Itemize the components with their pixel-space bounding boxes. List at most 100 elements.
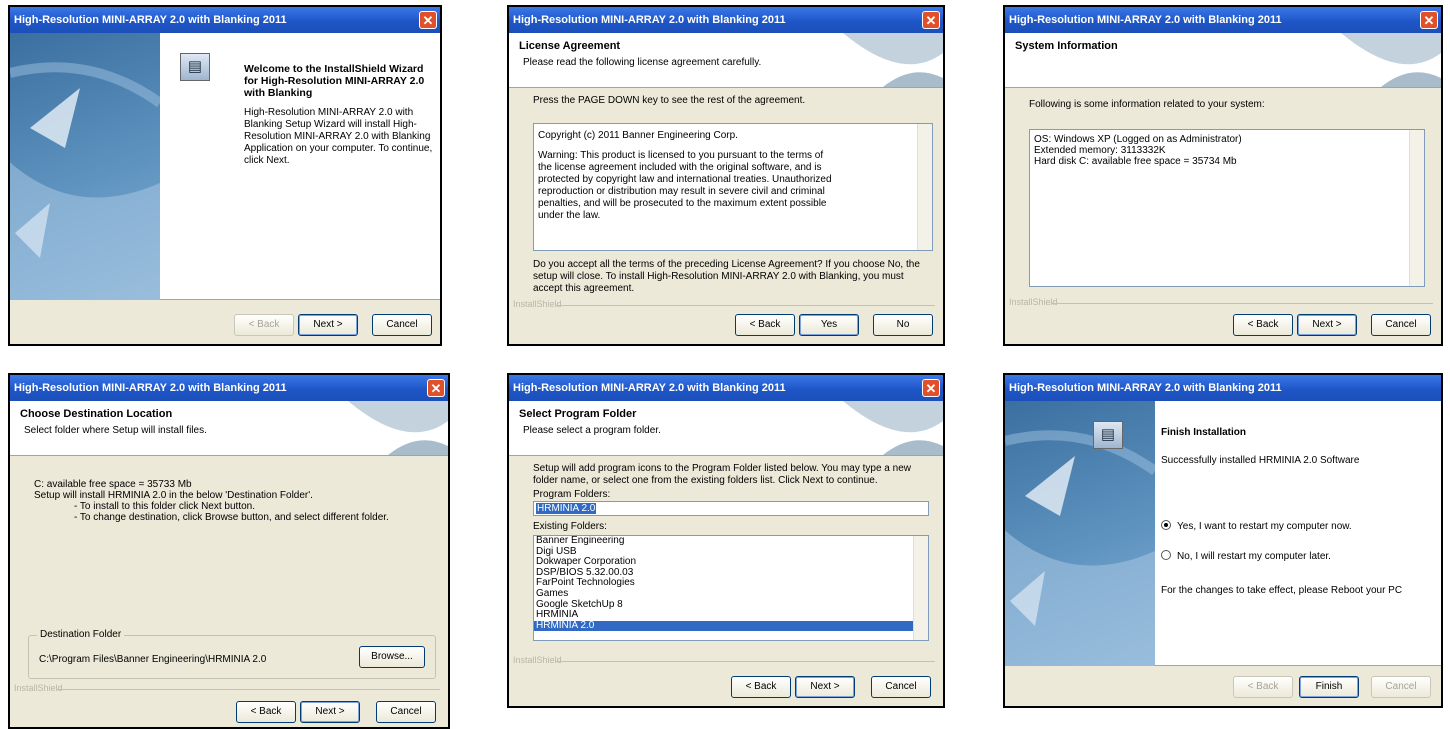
radio-no[interactable] bbox=[1161, 550, 1171, 561]
folder-list-item[interactable]: Banner Engineering bbox=[534, 536, 928, 547]
welcome-body: High-Resolution MINI-ARRAY 2.0 with Blan… bbox=[244, 107, 433, 166]
window-title: High-Resolution MINI-ARRAY 2.0 with Blan… bbox=[14, 382, 287, 394]
next-button[interactable]: Next > bbox=[1297, 314, 1357, 336]
existing-folders-list[interactable]: Banner Engineering Digi USB Dokwaper Corpo… bbox=[533, 535, 929, 641]
window-title: High-Resolution MINI-ARRAY 2.0 with Blan… bbox=[513, 14, 786, 26]
license-text-box[interactable]: Copyright (c) 2011 Banner Engineering Co… bbox=[533, 123, 933, 251]
program-folder-intro: Setup will add program icons to the Prog… bbox=[533, 463, 911, 486]
finish-button[interactable]: Finish bbox=[1299, 676, 1359, 698]
next-button[interactable]: Next > bbox=[300, 701, 360, 723]
title-bar[interactable]: High-Resolution MINI-ARRAY 2.0 with Blan… bbox=[10, 7, 440, 33]
browse-button[interactable]: Browse... bbox=[359, 646, 425, 668]
license-instruction: Press the PAGE DOWN key to see the rest … bbox=[533, 95, 806, 106]
close-button[interactable]: ✕ bbox=[419, 11, 437, 29]
yes-button[interactable]: Yes bbox=[799, 314, 859, 336]
dialog-finish-installation: High-Resolution MINI-ARRAY 2.0 with Blan… bbox=[1003, 373, 1443, 708]
dialog-header: Choose Destination Location Select folde… bbox=[10, 401, 448, 456]
header-swoosh-graphic bbox=[348, 401, 448, 455]
cancel-button[interactable]: Cancel bbox=[372, 314, 432, 336]
title-bar[interactable]: High-Resolution MINI-ARRAY 2.0 with Blan… bbox=[1005, 7, 1441, 33]
welcome-content: ▤ Welcome to the InstallShield Wizard fo… bbox=[160, 33, 440, 300]
wizard-sidebar-art bbox=[10, 62, 160, 300]
radio-yes[interactable] bbox=[1161, 520, 1171, 531]
sysinfo-intro: Following is some information related to… bbox=[1029, 99, 1265, 110]
finish-content: ▤ bbox=[1155, 401, 1441, 666]
dialog-select-program-folder: High-Resolution MINI-ARRAY 2.0 with Blan… bbox=[507, 373, 945, 708]
program-folder-input[interactable]: HRMINIA 2.0 bbox=[533, 501, 929, 516]
restart-now-option[interactable]: Yes, I want to restart my computer now. bbox=[1161, 520, 1352, 533]
finish-message: Successfully installed HRMINIA 2.0 Softw… bbox=[1161, 455, 1360, 466]
reboot-note: For the changes to take effect, please R… bbox=[1161, 585, 1403, 596]
license-scrollbar[interactable] bbox=[917, 124, 932, 250]
close-button[interactable]: ✕ bbox=[922, 11, 940, 29]
program-folder-value: HRMINIA 2.0 bbox=[536, 503, 597, 514]
cancel-button[interactable]: Cancel bbox=[871, 676, 931, 698]
existing-folders-label: Existing Folders: bbox=[533, 521, 607, 532]
sysinfo-text-box[interactable]: OS: Windows XP (Logged on as Administrat… bbox=[1029, 129, 1425, 287]
sysinfo-scrollbar[interactable] bbox=[1409, 130, 1424, 286]
back-button[interactable]: < Back bbox=[234, 314, 294, 336]
back-button[interactable]: < Back bbox=[1233, 314, 1293, 336]
back-button[interactable]: < Back bbox=[1233, 676, 1293, 698]
separator bbox=[555, 305, 935, 306]
no-button[interactable]: No bbox=[873, 314, 933, 336]
next-button[interactable]: Next > bbox=[795, 676, 855, 698]
folder-list-item[interactable]: Google SketchUp 8 bbox=[534, 599, 928, 611]
cancel-button[interactable]: Cancel bbox=[1371, 676, 1431, 698]
window-title: High-Resolution MINI-ARRAY 2.0 with Blan… bbox=[14, 14, 287, 26]
dialog-header: System Information bbox=[1005, 33, 1441, 88]
page-subtitle: Please select a program folder. bbox=[523, 425, 661, 436]
restart-later-option[interactable]: No, I will restart my computer later. bbox=[1161, 550, 1331, 563]
header-swoosh-graphic bbox=[1341, 33, 1441, 87]
license-warning: Warning: This product is licensed to you… bbox=[538, 150, 832, 221]
program-folders-label: Program Folders: bbox=[533, 489, 611, 500]
page-title: Select Program Folder bbox=[519, 408, 637, 420]
close-button[interactable]: ✕ bbox=[922, 379, 940, 397]
page-subtitle: Please read the following license agreem… bbox=[523, 57, 762, 68]
title-bar[interactable]: High-Resolution MINI-ARRAY 2.0 with Blan… bbox=[509, 375, 943, 401]
title-bar[interactable]: High-Resolution MINI-ARRAY 2.0 with Blan… bbox=[10, 375, 448, 401]
back-button[interactable]: < Back bbox=[236, 701, 296, 723]
finish-title: Finish Installation bbox=[1161, 427, 1247, 438]
header-swoosh-graphic bbox=[843, 401, 943, 455]
back-button[interactable]: < Back bbox=[735, 314, 795, 336]
next-button[interactable]: Next > bbox=[298, 314, 358, 336]
dialog-system-information: High-Resolution MINI-ARRAY 2.0 with Blan… bbox=[1003, 5, 1443, 346]
installshield-label: InstallShield bbox=[513, 655, 562, 665]
installer-computer-icon: ▤ bbox=[1093, 421, 1123, 449]
installer-computer-icon: ▤ bbox=[180, 53, 210, 81]
header-swoosh-graphic bbox=[843, 33, 943, 87]
installshield-label: InstallShield bbox=[513, 299, 562, 309]
installshield-label: InstallShield bbox=[14, 683, 63, 693]
folder-list-item[interactable]: HRMINIA 2.0 bbox=[534, 620, 928, 632]
restart-later-label: No, I will restart my computer later. bbox=[1177, 551, 1331, 562]
dialog-welcome: High-Resolution MINI-ARRAY 2.0 with Blan… bbox=[8, 5, 442, 346]
cancel-button[interactable]: Cancel bbox=[1371, 314, 1431, 336]
folder-list-item[interactable]: FarPoint Technologies bbox=[534, 578, 928, 589]
wizard-sidebar-graphic bbox=[10, 33, 160, 300]
existing-folders-items: Banner Engineering Digi USB Dokwaper Corpo… bbox=[534, 536, 928, 632]
page-title: License Agreement bbox=[519, 40, 621, 52]
page-title: System Information bbox=[1015, 40, 1118, 52]
dialog-choose-destination: High-Resolution MINI-ARRAY 2.0 with Blan… bbox=[8, 373, 450, 729]
back-button[interactable]: < Back bbox=[731, 676, 791, 698]
separator bbox=[56, 689, 440, 690]
title-bar[interactable]: High-Resolution MINI-ARRAY 2.0 with Blan… bbox=[509, 7, 943, 33]
destination-path: C:\Program Files\Banner Engineering\HRMI… bbox=[39, 654, 267, 665]
close-button[interactable]: ✕ bbox=[1420, 11, 1438, 29]
page-subtitle: Select folder where Setup will install f… bbox=[24, 425, 207, 436]
dialog-header: Select Program Folder Please select a pr… bbox=[509, 401, 943, 456]
destination-folder-group: Destination Folder C:\Program Files\Bann… bbox=[28, 629, 436, 679]
welcome-heading: Welcome to the InstallShield Wizard for … bbox=[244, 63, 425, 99]
sysinfo-disk: Hard disk C: available free space = 3573… bbox=[1034, 156, 1237, 167]
folder-list-item[interactable]: Games bbox=[534, 588, 928, 600]
window-title: High-Resolution MINI-ARRAY 2.0 with Blan… bbox=[1009, 14, 1282, 26]
folders-scrollbar[interactable] bbox=[913, 536, 928, 640]
close-button[interactable]: ✕ bbox=[427, 379, 445, 397]
wizard-sidebar-graphic bbox=[1005, 401, 1155, 666]
cancel-button[interactable]: Cancel bbox=[376, 701, 436, 723]
restart-now-label: Yes, I want to restart my computer now. bbox=[1177, 521, 1352, 532]
window-title: High-Resolution MINI-ARRAY 2.0 with Blan… bbox=[513, 382, 786, 394]
page-title: Choose Destination Location bbox=[20, 408, 173, 420]
title-bar[interactable]: High-Resolution MINI-ARRAY 2.0 with Blan… bbox=[1005, 375, 1441, 401]
